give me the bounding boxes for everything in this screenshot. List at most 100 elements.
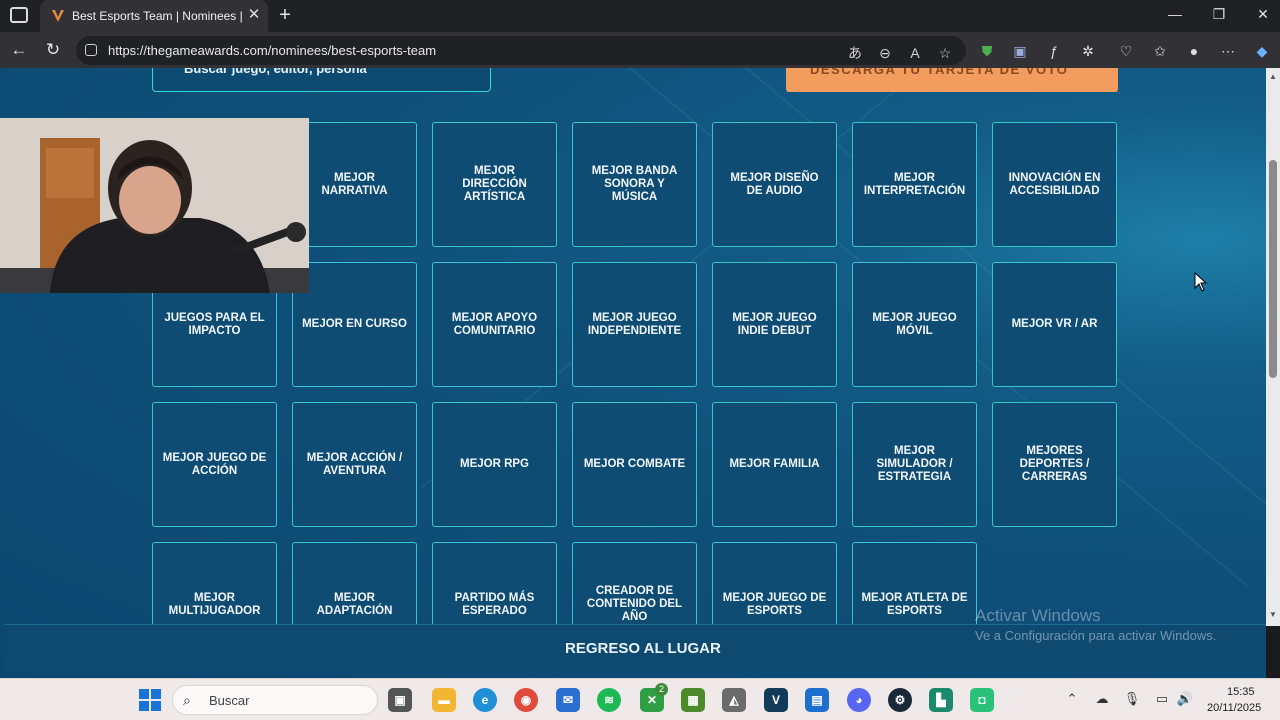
category-label: Mejor narrativa bbox=[321, 171, 388, 197]
category-card[interactable]: Mejor familia bbox=[712, 402, 837, 527]
profile-avatar-icon[interactable]: ● bbox=[1184, 41, 1204, 61]
sh-extension-icon[interactable]: ▣ bbox=[1010, 41, 1030, 61]
category-label: Mejor juego de esports bbox=[722, 591, 827, 617]
more-options-icon[interactable]: ⋯ bbox=[1218, 41, 1238, 61]
taskbar-search[interactable]: ⌕ Buscar bbox=[172, 685, 378, 715]
category-card[interactable]: Mejores deportes / carreras bbox=[992, 402, 1117, 527]
category-card[interactable]: Mejor VR / AR bbox=[992, 262, 1117, 387]
category-label: Mejor familia bbox=[729, 458, 820, 470]
microphone-icon[interactable]: 🎙 bbox=[1123, 691, 1141, 707]
category-label: Juegos para el impacto bbox=[164, 311, 265, 337]
category-card[interactable]: Mejor acción / aventura bbox=[292, 402, 417, 527]
store-icon[interactable]: ▤ bbox=[805, 688, 829, 712]
category-label: Mejor VR / AR bbox=[1011, 318, 1098, 330]
favorites-icon[interactable]: ✩ bbox=[1150, 41, 1170, 61]
category-card[interactable]: Innovación en accesibilidad bbox=[992, 122, 1117, 247]
app-cat-icon[interactable]: ◭ bbox=[722, 688, 746, 712]
scroll-down-icon[interactable]: ▼ bbox=[1269, 610, 1277, 619]
url-field[interactable]: https://thegameawards.com/nominees/best-… bbox=[76, 36, 966, 65]
category-card[interactable]: Mejor en curso bbox=[292, 262, 417, 387]
category-card[interactable]: Mejor juego independiente bbox=[572, 262, 697, 387]
category-label: Mejor apoyo comunitario bbox=[451, 311, 538, 337]
zoom-icon[interactable]: ⊖ bbox=[876, 44, 894, 62]
adblock-shield-icon[interactable]: ⛊ bbox=[977, 41, 997, 61]
scroll-up-icon[interactable]: ▲ bbox=[1269, 72, 1277, 81]
streamer-webcam-image bbox=[0, 118, 309, 293]
script-extension-icon[interactable]: ƒ bbox=[1044, 41, 1064, 61]
activate-windows-subtitle: Ve a Configuración para activar Windows. bbox=[975, 628, 1217, 643]
discord-icon[interactable]: ◕ bbox=[847, 688, 871, 712]
chrome-icon[interactable]: ◉ bbox=[514, 688, 538, 712]
site-info-icon[interactable] bbox=[85, 44, 97, 56]
category-card[interactable]: Mejor apoyo comunitario bbox=[432, 262, 557, 387]
category-card[interactable]: Mejor diseño de audio bbox=[712, 122, 837, 247]
download-button-label: DESCARGA TU TARJETA DE VOTO bbox=[810, 68, 1069, 77]
category-label: Mejor juego móvil bbox=[872, 311, 957, 337]
read-aloud-icon[interactable]: A bbox=[906, 44, 924, 62]
category-card[interactable]: Mejor juego móvil bbox=[852, 262, 977, 387]
category-card[interactable]: Mejor RPG bbox=[432, 402, 557, 527]
return-button-label: REGRESO AL LUGAR bbox=[565, 640, 721, 657]
scroll-thumb[interactable] bbox=[1269, 160, 1277, 378]
tab-title: Best Esports Team | Nominees | T bbox=[72, 9, 242, 23]
tab-close-icon[interactable]: ✕ bbox=[246, 6, 262, 24]
category-card[interactable]: Mejor dirección artística bbox=[432, 122, 557, 247]
tray-chevron-icon[interactable]: ⌃ bbox=[1063, 691, 1081, 707]
category-label: Mejor banda sonora y música bbox=[591, 165, 678, 203]
category-card[interactable]: Mejor juego de acción bbox=[152, 402, 277, 527]
extensions-icon[interactable]: ✲ bbox=[1078, 41, 1098, 61]
url-text: https://thegameawards.com/nominees/best-… bbox=[108, 43, 437, 58]
new-tab-button[interactable]: + bbox=[275, 4, 295, 26]
vegas-icon[interactable]: V bbox=[764, 688, 788, 712]
category-card[interactable]: Mejor banda sonora y música bbox=[572, 122, 697, 247]
category-card[interactable]: Mejor interpretación bbox=[852, 122, 977, 247]
task-view-icon[interactable]: ▣ bbox=[388, 688, 412, 712]
copilot-icon[interactable]: ◆ bbox=[1252, 41, 1272, 61]
restore-icon[interactable]: ❐ bbox=[1207, 6, 1231, 23]
category-card[interactable]: Mejor narrativa bbox=[292, 122, 417, 247]
webcam-overlay bbox=[0, 118, 309, 293]
download-voting-card-button[interactable]: DESCARGA TU TARJETA DE VOTO bbox=[786, 68, 1118, 92]
category-label: Mejor simulador / estrategia bbox=[876, 445, 953, 483]
network-icon[interactable]: ▭ bbox=[1153, 691, 1171, 707]
category-label: Mejor dirección artística bbox=[462, 165, 527, 203]
refresh-icon[interactable]: ↻ bbox=[42, 39, 64, 61]
back-icon[interactable]: ← bbox=[8, 39, 30, 61]
category-label: Mejor adaptación bbox=[316, 591, 393, 617]
minecraft-icon[interactable]: ▦ bbox=[681, 688, 705, 712]
favorite-star-icon[interactable]: ☆ bbox=[936, 44, 954, 62]
category-card[interactable]: Mejor juego indie debut bbox=[712, 262, 837, 387]
address-bar-row: ← ↻ https://thegameawards.com/nominees/b… bbox=[0, 32, 1280, 68]
category-card[interactable]: Mejor simulador / estrategia bbox=[852, 402, 977, 527]
minimize-icon[interactable]: — bbox=[1163, 6, 1187, 22]
category-label: Mejor interpretación bbox=[863, 171, 966, 197]
windows-start-icon[interactable] bbox=[139, 689, 161, 711]
onedrive-icon[interactable]: ☁ bbox=[1093, 691, 1111, 707]
performance-icon[interactable]: ♡ bbox=[1116, 41, 1136, 61]
green-app-icon[interactable]: ◘ bbox=[970, 688, 994, 712]
outlook-icon[interactable]: ✉ bbox=[556, 688, 580, 712]
clock-time[interactable]: 15:35 bbox=[1227, 686, 1255, 698]
tab-actions-icon[interactable] bbox=[10, 7, 28, 23]
activate-windows-title: Activar Windows bbox=[975, 606, 1101, 625]
close-window-icon[interactable]: ✕ bbox=[1251, 6, 1275, 23]
category-card[interactable]: Mejor combate bbox=[572, 402, 697, 527]
spotify-icon[interactable]: ≋ bbox=[597, 688, 621, 712]
volume-icon[interactable]: 🔊 bbox=[1176, 691, 1194, 707]
page-scrollbar[interactable]: ▲ ▼ bbox=[1266, 68, 1280, 626]
clock-date[interactable]: 20/11/2025 bbox=[1207, 702, 1261, 714]
file-explorer-icon[interactable]: ▬ bbox=[432, 688, 456, 712]
browser-tab-bar: Best Esports Team | Nominees | T ✕ + — ❐… bbox=[0, 0, 1280, 32]
translate-icon[interactable]: あ bbox=[846, 44, 864, 62]
category-label: Partido más esperado bbox=[454, 591, 535, 617]
game-awards-logo-icon bbox=[52, 10, 64, 22]
category-label: Mejor juego independiente bbox=[587, 311, 682, 337]
xbox-badge: 2 bbox=[655, 683, 668, 696]
active-tab[interactable]: Best Esports Team | Nominees | T ✕ bbox=[40, 0, 268, 32]
pycharm-icon[interactable]: ▙ bbox=[929, 688, 953, 712]
steam-icon[interactable]: ⚙ bbox=[888, 688, 912, 712]
search-input[interactable]: Buscar juego, editor, persona bbox=[152, 68, 491, 92]
category-label: Mejor RPG bbox=[459, 458, 529, 470]
category-label: Mejor atleta de esports bbox=[861, 591, 968, 617]
edge-icon[interactable]: e bbox=[473, 688, 497, 712]
